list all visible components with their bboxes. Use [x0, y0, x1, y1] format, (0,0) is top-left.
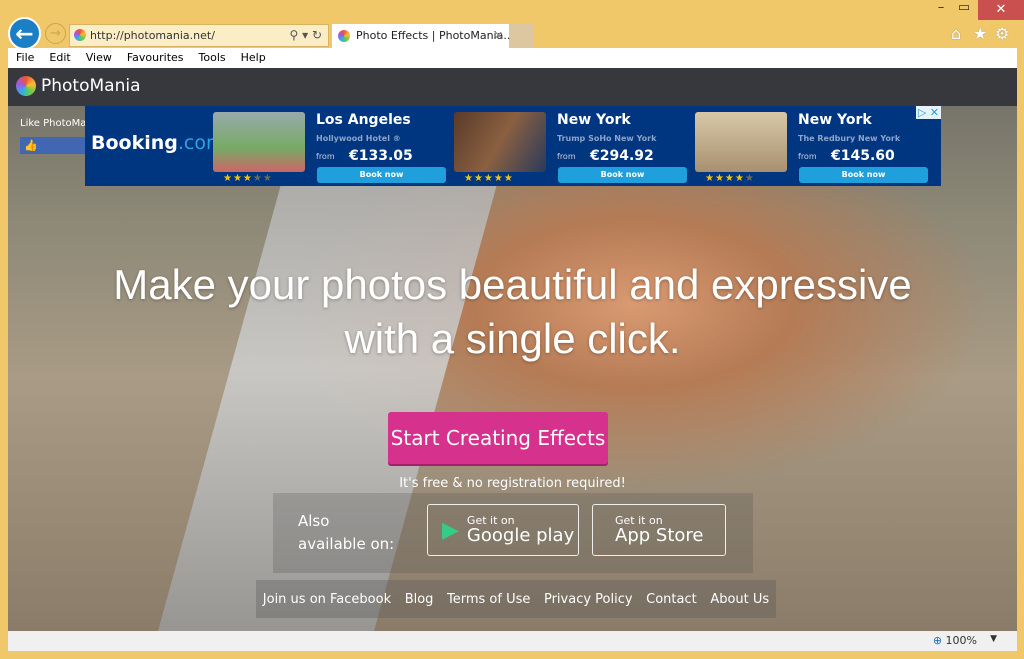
book-now-button[interactable]: Book now: [799, 167, 928, 183]
app-store-button[interactable]: Get it on App Store: [592, 504, 726, 556]
footer-link-facebook[interactable]: Join us on Facebook: [263, 592, 391, 607]
store-big-text: App Store: [615, 525, 704, 546]
ad-hotel-card[interactable]: ★★★★★ Los Angeles Hollywood Hotel ® from…: [213, 112, 453, 184]
hotel-name: The Redbury New York: [798, 134, 901, 143]
tab-photomania[interactable]: Photo Effects | PhotoMania... ✕: [332, 24, 514, 48]
hotel-name: Trump SoHo New York: [557, 134, 657, 143]
start-creating-effects-button[interactable]: Start Creating Effects: [388, 412, 608, 464]
adchoices-icon[interactable]: ▷: [918, 106, 926, 119]
book-now-button[interactable]: Book now: [558, 167, 687, 183]
google-play-icon: ▶: [442, 517, 459, 543]
ad-hotel-card[interactable]: ★★★★★ New York Trump SoHo New York from …: [454, 112, 694, 184]
dropdown-icon[interactable]: ▾: [302, 28, 308, 42]
also-available-label: Also available on:: [298, 512, 395, 553]
from-label: from: [316, 152, 335, 161]
close-ad-icon[interactable]: ✕: [930, 106, 939, 119]
from-label: from: [557, 152, 576, 161]
maximize-button[interactable]: ▭: [952, 0, 976, 20]
logo-pinwheel-icon: [16, 76, 36, 96]
book-now-button[interactable]: Book now: [317, 167, 446, 183]
zoom-icon: ⊕: [932, 634, 943, 647]
hero-headline: Make your photos beautiful and expressiv…: [8, 258, 1017, 366]
footer-link-blog[interactable]: Blog: [405, 592, 434, 607]
google-play-button[interactable]: ▶ Get it on Google play: [427, 504, 579, 556]
url-text: http://photomania.net/: [90, 29, 215, 42]
address-bar[interactable]: http://photomania.net/ ⚲ ▾ ↻: [69, 24, 329, 47]
hotel-image: [695, 112, 787, 172]
headline-line-2: with a single click.: [344, 315, 681, 362]
store-big-text: Google play: [466, 525, 575, 546]
favorites-star-icon[interactable]: ★: [973, 24, 987, 43]
photomania-logo[interactable]: PhotoMania: [16, 76, 141, 96]
new-tab-button[interactable]: [510, 24, 534, 48]
logo-text: PhotoMania: [41, 76, 141, 96]
tab-title: Photo Effects | PhotoMania...: [356, 29, 514, 42]
menu-help[interactable]: Help: [241, 48, 266, 68]
hotel-stars: ★★★★★: [705, 173, 755, 184]
hotel-name: Hollywood Hotel ®: [316, 134, 401, 143]
ad-hotel-card[interactable]: ★★★★★ New York The Redbury New York from…: [695, 112, 935, 184]
hotel-price: €145.60: [831, 148, 895, 164]
minimize-button[interactable]: –: [930, 0, 952, 20]
footer-link-contact[interactable]: Contact: [646, 592, 697, 607]
booking-ad-banner[interactable]: Booking.com ★★★★★ Los Angeles Hollywood …: [85, 106, 941, 186]
page-content: PhotoMania Like PhotoMania 👍 Booking.com…: [8, 68, 1017, 631]
hotel-stars: ★★★★★: [223, 173, 273, 184]
footer-link-privacy[interactable]: Privacy Policy: [544, 592, 633, 607]
hotel-city: New York: [798, 112, 872, 128]
headline-line-1: Make your photos beautiful and expressiv…: [113, 261, 912, 308]
search-icon[interactable]: ⚲: [289, 28, 298, 42]
zoom-level: 100%: [945, 634, 977, 647]
zoom-dropdown-icon[interactable]: ▼: [990, 634, 997, 644]
footer-links: Join us on Facebook Blog Terms of Use Pr…: [256, 580, 776, 618]
forward-button[interactable]: →: [45, 23, 66, 44]
hotel-image: [213, 112, 305, 172]
hotel-image: [454, 112, 546, 172]
menu-file[interactable]: File: [16, 48, 34, 68]
from-label: from: [798, 152, 817, 161]
booking-logo: Booking.com: [91, 132, 225, 154]
status-bar: ⊕ 100% ▼: [8, 631, 1017, 651]
hotel-stars: ★★★★★: [464, 173, 514, 184]
settings-gear-icon[interactable]: ⚙: [995, 24, 1009, 43]
hotel-price: €133.05: [349, 148, 413, 164]
footer-link-terms[interactable]: Terms of Use: [447, 592, 530, 607]
menu-edit[interactable]: Edit: [49, 48, 70, 68]
free-note: It's free & no registration required!: [399, 476, 626, 491]
hotel-city: Los Angeles: [316, 112, 411, 128]
hotel-city: New York: [557, 112, 631, 128]
close-tab-icon[interactable]: ✕: [494, 24, 503, 48]
site-favicon-icon: [74, 29, 86, 41]
close-window-button[interactable]: ✕: [978, 0, 1024, 20]
footer-link-about[interactable]: About Us: [710, 592, 769, 607]
site-header: PhotoMania: [8, 68, 1017, 106]
home-icon[interactable]: ⌂: [951, 24, 961, 43]
zoom-control[interactable]: ⊕ 100%: [933, 634, 977, 647]
menu-favourites[interactable]: Favourites: [127, 48, 184, 68]
menu-bar: File Edit View Favourites Tools Help: [8, 48, 1017, 68]
menu-view[interactable]: View: [86, 48, 112, 68]
hotel-price: €294.92: [590, 148, 654, 164]
tab-favicon-icon: [338, 30, 350, 42]
refresh-icon[interactable]: ↻: [312, 28, 322, 42]
menu-tools[interactable]: Tools: [199, 48, 226, 68]
back-button[interactable]: ←: [8, 17, 41, 50]
